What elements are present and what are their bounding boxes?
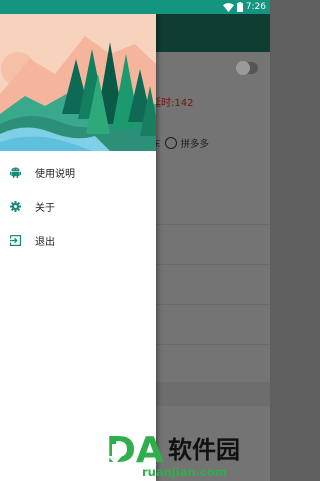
status-bar: 7:26 — [0, 0, 270, 14]
watermark-logo: DA 软件园 ruanjian.com — [106, 428, 266, 480]
android-icon — [9, 166, 21, 178]
battery-icon — [236, 2, 243, 12]
drawer-menu: 使用说明 关于 退出 — [0, 155, 156, 257]
list-divider — [156, 304, 270, 305]
wifi-icon — [222, 2, 234, 12]
menu-item-label: 关于 — [35, 202, 55, 214]
navigation-drawer: 使用说明 关于 退出 — [0, 14, 156, 481]
radio-button-pdd[interactable] — [164, 137, 177, 149]
exit-icon — [9, 234, 21, 246]
menu-item-exit[interactable]: 退出 — [0, 223, 156, 257]
menu-item-label: 使用说明 — [35, 168, 75, 180]
toggle-knob — [236, 61, 250, 75]
gear-icon — [9, 200, 21, 212]
menu-item-label: 退出 — [35, 236, 55, 248]
radio-label-pdd: 拼多多 — [180, 139, 210, 150]
bottom-bar — [156, 382, 270, 406]
status-icons: 7:26 — [222, 1, 266, 13]
watermark-brand: 软件园 — [168, 436, 240, 464]
drawer-header-image — [0, 14, 156, 151]
platform-radio-group: 东 拼多多 — [151, 136, 209, 150]
list-divider — [156, 264, 270, 265]
toggle-switch[interactable] — [236, 61, 258, 75]
list-divider — [156, 344, 270, 345]
menu-item-about[interactable]: 关于 — [0, 189, 156, 223]
list-divider — [156, 224, 270, 225]
menu-item-instructions[interactable]: 使用说明 — [0, 155, 156, 189]
watermark-domain: ruanjian.com — [142, 465, 227, 479]
status-time: 7:26 — [245, 2, 266, 12]
